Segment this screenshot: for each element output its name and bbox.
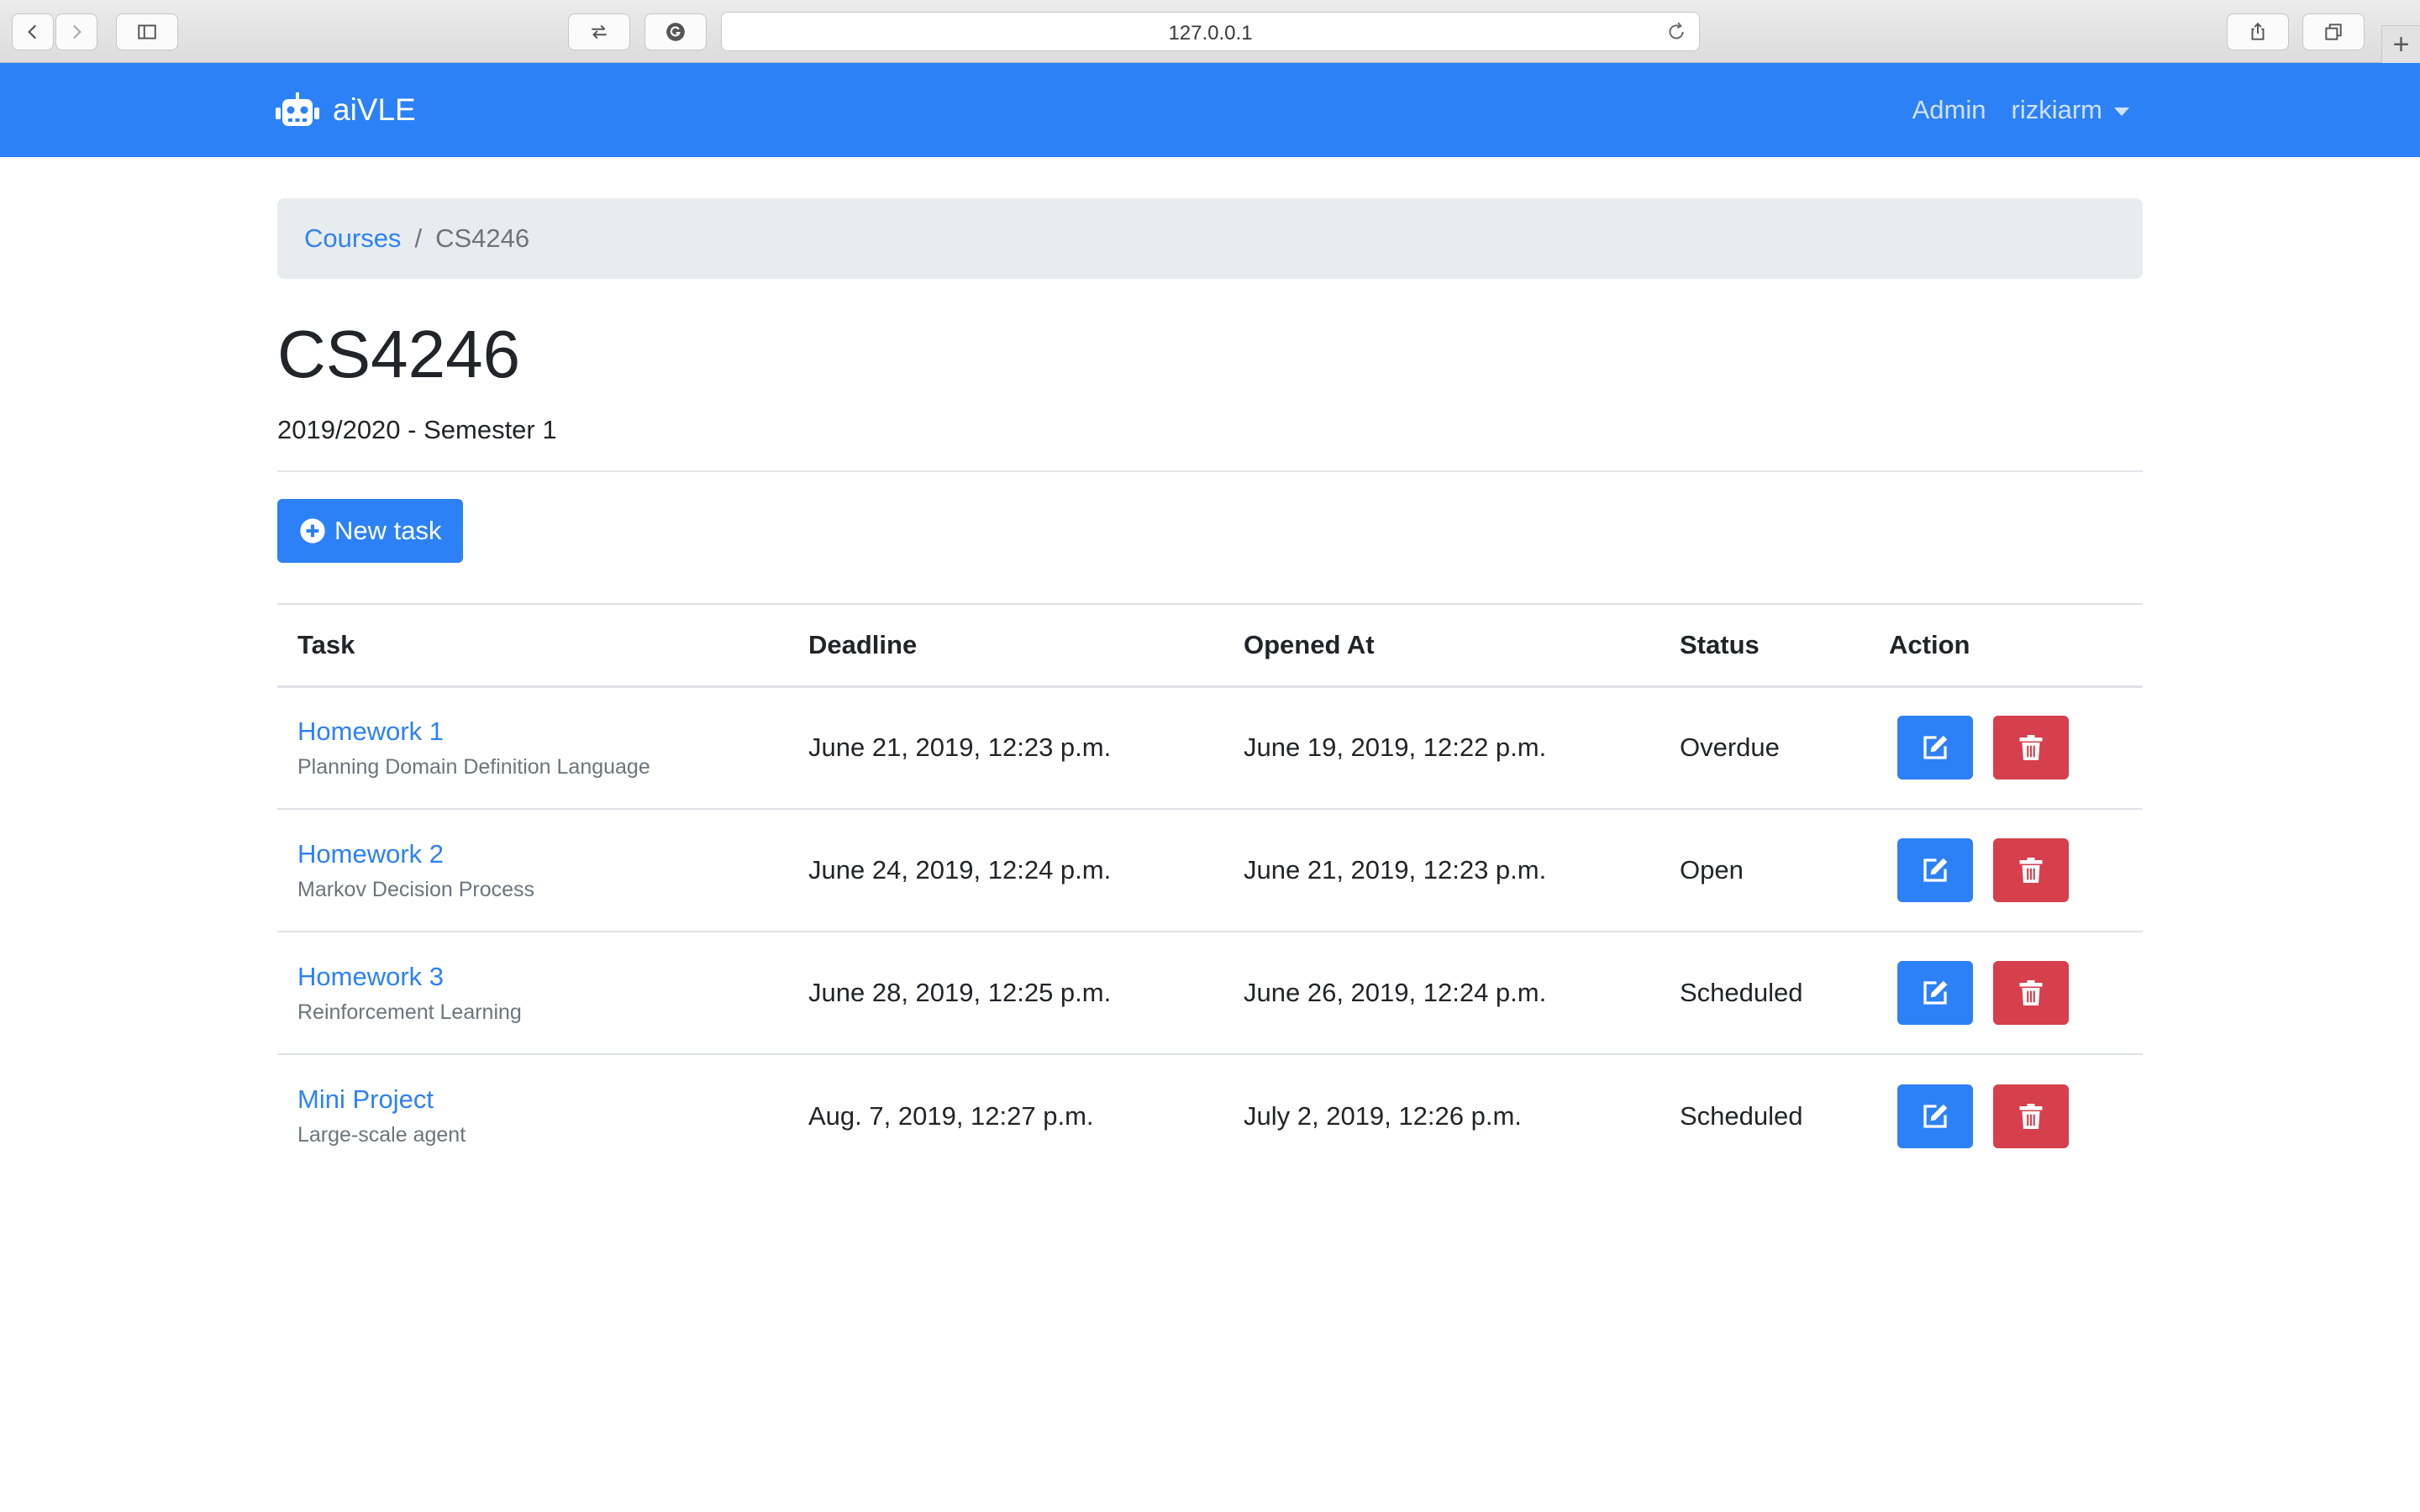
user-menu-toggle[interactable]: rizkiarm	[2011, 95, 2129, 125]
edit-icon	[1923, 858, 1948, 882]
task-title-link[interactable]: Homework 2	[297, 839, 768, 869]
robot-icon	[276, 92, 319, 126]
caret-down-icon	[2114, 107, 2129, 116]
edit-button[interactable]	[1897, 838, 1973, 902]
new-task-label: New task	[334, 516, 442, 545]
action-cell	[1869, 1054, 2143, 1177]
status-cell: Scheduled	[1680, 1100, 1803, 1131]
trash-icon	[2019, 735, 2043, 761]
task-description: Reinforcement Learning	[297, 1000, 522, 1024]
divider	[277, 470, 2143, 472]
task-title-link[interactable]: Homework 1	[297, 717, 768, 747]
header-opened-at: Opened At	[1223, 603, 1660, 688]
plus-circle-icon	[300, 518, 325, 543]
grammarly-button[interactable]	[644, 13, 707, 50]
header-deadline: Deadline	[788, 603, 1223, 688]
tasks-table: Task Deadline Opened At Status Action Ho…	[277, 603, 2143, 1177]
table-row: Homework 3 Reinforcement Learning June 2…	[277, 932, 2143, 1055]
breadcrumb-courses-link[interactable]: Courses	[304, 223, 401, 254]
opened-at-cell: June 21, 2019, 12:23 p.m.	[1223, 809, 1660, 932]
address-bar[interactable]: 127.0.0.1	[721, 12, 1700, 51]
grammarly-icon	[666, 23, 685, 41]
task-cell: Homework 1 Planning Domain Definition La…	[277, 686, 788, 810]
forward-button[interactable]	[55, 13, 97, 50]
status-cell: Open	[1660, 809, 1869, 932]
task-description: Large-scale agent	[297, 1123, 466, 1147]
new-tab-button[interactable]: +	[2381, 25, 2420, 64]
chevron-left-icon	[28, 24, 37, 39]
navbar-links: Admin rizkiarm	[1887, 63, 2129, 157]
sidebar-toggle-button[interactable]	[116, 13, 178, 50]
course-term: 2019/2020 - Semester 1	[277, 415, 557, 444]
table-header-row: Task Deadline Opened At Status Action	[277, 603, 2143, 688]
task-cell: Homework 2 Markov Decision Process	[277, 809, 788, 932]
url-text: 127.0.0.1	[1168, 22, 1253, 45]
tabs-icon	[2325, 24, 2342, 40]
edit-button[interactable]	[1897, 1084, 1973, 1148]
task-description: Planning Domain Definition Language	[297, 754, 650, 779]
share-button[interactable]	[2227, 13, 2289, 50]
main-content: Courses / CS4246 CS4246 2019/2020 - Seme…	[277, 198, 2143, 1177]
trash-icon	[2019, 980, 2043, 1005]
delete-button[interactable]	[1993, 1084, 2069, 1148]
deadline-cell: June 28, 2019, 12:25 p.m.	[788, 932, 1223, 1055]
edit-button[interactable]	[1897, 961, 1973, 1025]
username: rizkiarm	[2011, 95, 2103, 124]
task-cell: Homework 3 Reinforcement Learning	[277, 932, 788, 1055]
opened-at-cell: June 26, 2019, 12:24 p.m.	[1223, 932, 1660, 1055]
table-row: Mini Project Large-scale agent Aug. 7, 2…	[277, 1054, 2143, 1177]
brand-name: aiVLE	[333, 92, 416, 127]
deadline-cell: June 21, 2019, 12:23 p.m.	[788, 686, 1223, 810]
opened-at-cell: July 2, 2019, 12:26 p.m.	[1244, 1100, 1522, 1131]
header-status: Status	[1660, 603, 1869, 688]
edit-button[interactable]	[1897, 716, 1973, 780]
extension-button[interactable]	[568, 13, 630, 50]
task-title-link[interactable]: Mini Project	[297, 1084, 768, 1115]
action-cell	[1869, 932, 2143, 1055]
task-title-link[interactable]: Homework 3	[297, 962, 768, 992]
browser-toolbar: 127.0.0.1 +	[0, 0, 2420, 64]
status-cell: Scheduled	[1660, 932, 1869, 1055]
table-row: Homework 1 Planning Domain Definition La…	[277, 686, 2143, 810]
header-action: Action	[1869, 603, 2143, 688]
edit-icon	[1923, 980, 1948, 1005]
delete-button[interactable]	[1993, 838, 2069, 902]
trash-icon	[2019, 1103, 2043, 1129]
app-navbar: aiVLE Admin rizkiarm	[0, 63, 2420, 157]
edit-icon	[1923, 736, 1948, 759]
breadcrumb: Courses / CS4246	[277, 198, 2143, 279]
reload-icon[interactable]	[1665, 21, 1687, 43]
delete-button[interactable]	[1993, 716, 2069, 780]
brand-link[interactable]: aiVLE	[276, 63, 416, 157]
header-task: Task	[277, 603, 788, 688]
new-task-button[interactable]: New task	[277, 499, 464, 563]
task-cell: Mini Project Large-scale agent	[277, 1054, 788, 1177]
nav-admin-link[interactable]: Admin	[1912, 95, 1986, 125]
opened-at-cell: June 19, 2019, 12:22 p.m.	[1223, 686, 1660, 810]
deadline-cell: Aug. 7, 2019, 12:27 p.m.	[808, 1100, 1094, 1131]
action-cell	[1869, 686, 2143, 810]
status-cell: Overdue	[1660, 686, 1869, 810]
breadcrumb-current: CS4246	[435, 223, 530, 253]
delete-button[interactable]	[1993, 961, 2069, 1025]
share-icon	[2251, 22, 2265, 40]
task-description: Markov Decision Process	[297, 877, 535, 901]
table-row: Homework 2 Markov Decision Process June …	[277, 809, 2143, 932]
deadline-cell: June 24, 2019, 12:24 p.m.	[788, 809, 1223, 932]
trash-icon	[2019, 858, 2043, 883]
tabs-overview-button[interactable]	[2302, 13, 2365, 50]
action-cell	[1869, 809, 2143, 932]
breadcrumb-separator: /	[414, 223, 423, 253]
chevron-right-icon	[72, 24, 82, 39]
edit-icon	[1923, 1104, 1948, 1128]
page-title: CS4246	[277, 317, 521, 391]
swap-arrows-icon	[592, 24, 607, 39]
back-button[interactable]	[12, 13, 54, 50]
sidebar-icon	[138, 24, 156, 39]
